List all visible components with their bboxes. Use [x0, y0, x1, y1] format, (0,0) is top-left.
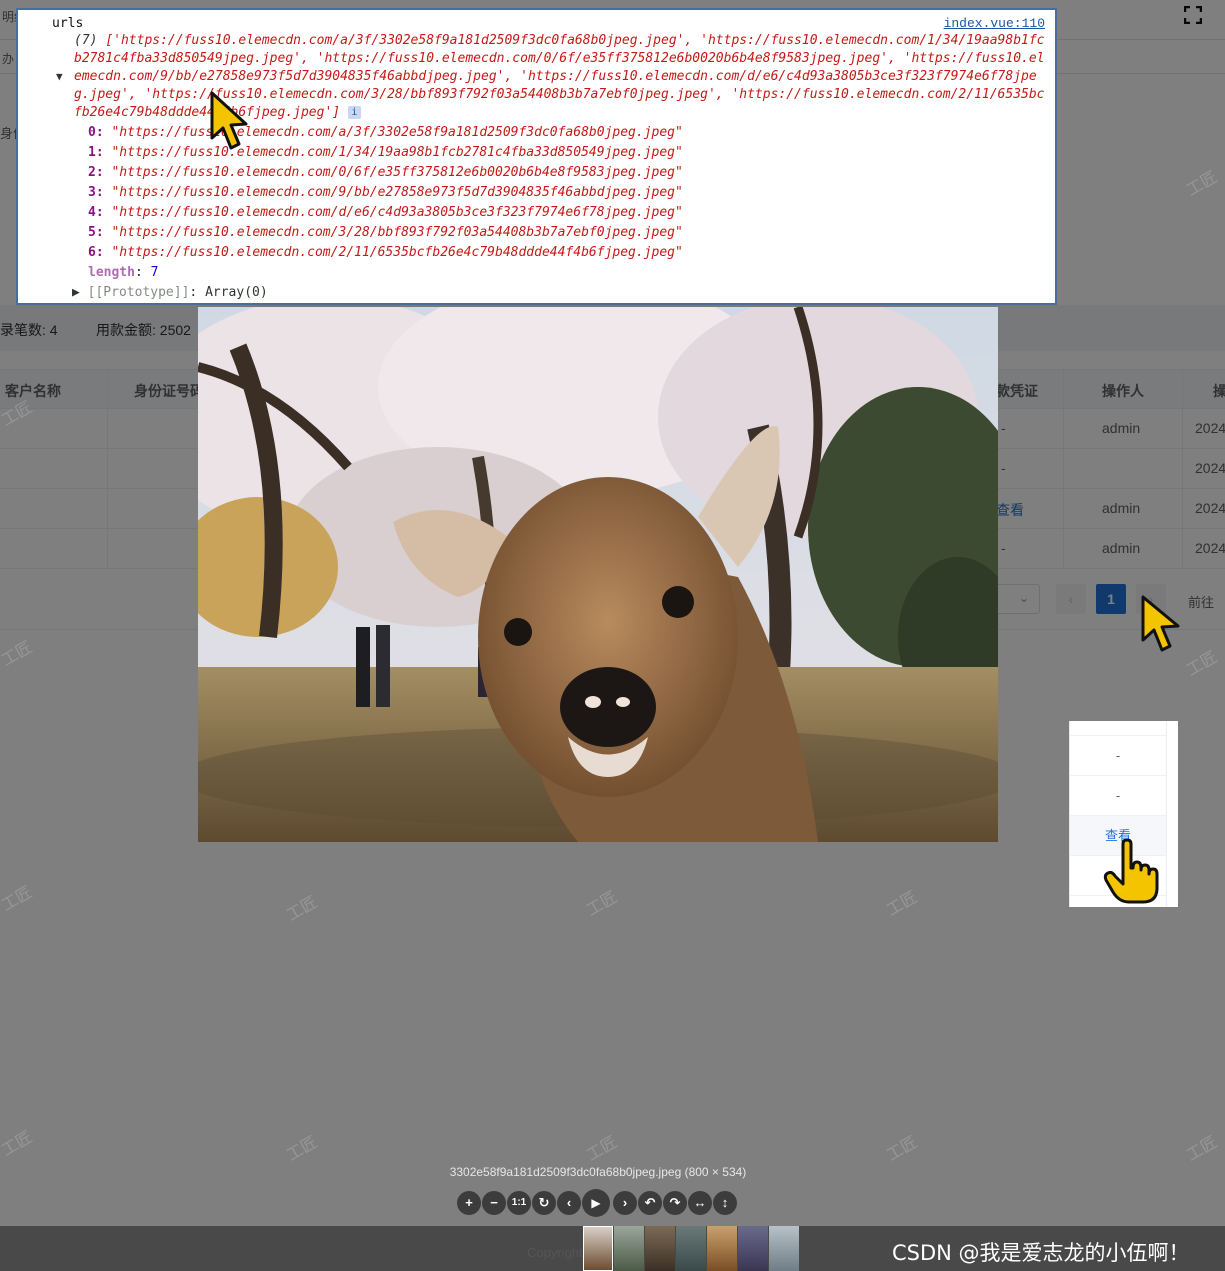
csdn-watermark: CSDN @我是爱志龙的小伍啊！	[892, 1241, 1190, 1265]
column-divider	[1166, 721, 1167, 907]
thumbnail-item[interactable]	[769, 1226, 799, 1271]
inset-cell: -	[1070, 736, 1166, 776]
thumbnail-item[interactable]	[707, 1226, 737, 1271]
thumbnail-item[interactable]	[583, 1226, 613, 1271]
thumbnail-item[interactable]	[676, 1226, 706, 1271]
image-caption: 3302e58f9a181d2509f3dc0fa68b0jpeg.jpeg (…	[449, 1165, 747, 1179]
expand-triangle-icon[interactable]: ▼	[56, 68, 63, 86]
one-to-one-icon[interactable]: 1:1	[507, 1191, 531, 1215]
preview-image[interactable]	[198, 307, 998, 842]
rotate-right-icon[interactable]: ↷	[663, 1191, 687, 1215]
array-entry: 0: "https://fuss10.elemecdn.com/a/3f/330…	[88, 125, 683, 140]
flip-horizontal-icon[interactable]: ↔	[688, 1191, 712, 1215]
flip-vertical-icon[interactable]: ↕	[713, 1191, 737, 1215]
deer-photo-image	[198, 307, 998, 842]
thumbnail-item[interactable]	[614, 1226, 644, 1271]
source-link[interactable]: index.vue:110	[944, 15, 1045, 33]
array-prototype[interactable]: ▶ [[Prototype]]: Array(0)	[72, 284, 268, 302]
info-icon[interactable]: i	[347, 106, 361, 119]
hand-pointer-icon	[1103, 838, 1159, 904]
expand-triangle-icon[interactable]: ▶	[72, 285, 80, 300]
reset-icon[interactable]: ↻	[532, 1191, 556, 1215]
array-entry: 1: "https://fuss10.elemecdn.com/1/34/19a…	[88, 145, 683, 160]
play-icon[interactable]: ▶	[582, 1189, 610, 1217]
inset-cell: -	[1070, 776, 1166, 816]
array-entry: 6: "https://fuss10.elemecdn.com/2/11/653…	[88, 245, 683, 260]
console-log-label: urls	[52, 16, 84, 31]
console-panel: urls index.vue:110 ▼ (7) ['https://fuss1…	[16, 8, 1057, 305]
zoom-out-icon[interactable]: −	[482, 1191, 506, 1215]
array-length: length: 7	[88, 265, 159, 280]
thumbnail-item[interactable]	[645, 1226, 675, 1271]
arrow-cursor-icon	[210, 91, 248, 150]
footer-copyright: Copyright	[527, 1245, 583, 1260]
zoom-in-icon[interactable]: +	[457, 1191, 481, 1215]
array-entry: 3: "https://fuss10.elemecdn.com/9/bb/e27…	[88, 185, 683, 200]
next-icon[interactable]: ›	[613, 1191, 637, 1215]
array-entry: 4: "https://fuss10.elemecdn.com/d/e6/c4d…	[88, 205, 683, 220]
array-count: (7)	[74, 33, 98, 48]
rotate-left-icon[interactable]: ↶	[638, 1191, 662, 1215]
prev-icon[interactable]: ‹	[557, 1191, 581, 1215]
inset-cell	[1070, 721, 1166, 736]
thumbnail-item[interactable]	[738, 1226, 768, 1271]
array-entry: 5: "https://fuss10.elemecdn.com/3/28/bbf…	[88, 225, 683, 240]
array-entry: 2: "https://fuss10.elemecdn.com/0/6f/e35…	[88, 165, 683, 180]
arrow-cursor-icon	[1141, 595, 1180, 652]
